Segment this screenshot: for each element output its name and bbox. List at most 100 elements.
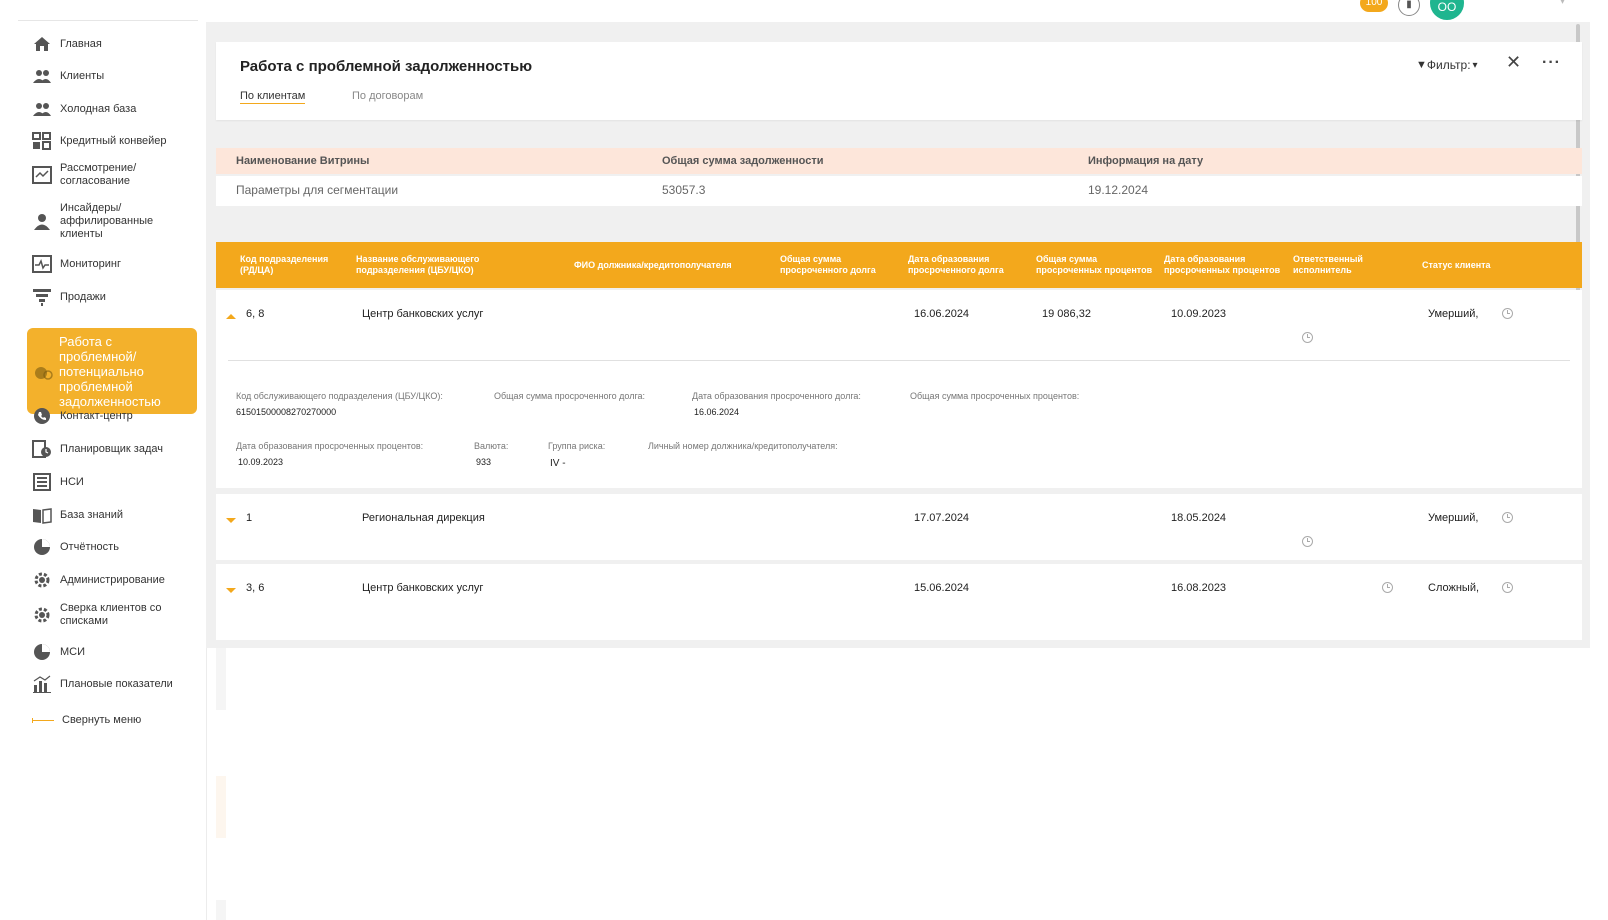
more-icon[interactable]: ··· [1542,54,1561,72]
table-header: Код подразделения (РД/ЦА) Название обслу… [216,242,1582,288]
detail-label: Группа риска: [548,441,606,451]
cell-debt-date: 15.06.2024 [914,582,970,594]
sidebar-item-clients[interactable]: Клиенты [32,66,202,86]
sidebar-item-insiders[interactable]: Инсайдеры/ аффилированные клиенты [32,202,202,241]
collapse-menu-button[interactable]: Свернуть меню [32,714,141,726]
cell-interest-sum: 19 086,32 [1042,308,1091,320]
cell-debt-date: 17.07.2024 [914,512,970,524]
ghost-row-edge [216,648,226,710]
column-header[interactable]: ФИО должника/кредитополучателя [574,260,754,271]
sidebar-item-label: Кредитный конвейер [60,134,167,147]
sidebar-item-label: МСИ [60,645,86,658]
summary-header-cell: Информация на дату [1088,155,1204,167]
bar-chart-icon [32,674,52,694]
detail-label: Дата образования просроченных процентов: [236,441,424,451]
history-icon[interactable] [1302,332,1313,343]
summary-cell: 19.12.2024 [1088,183,1149,197]
sidebar-item-contact-center[interactable]: Контакт-центр [32,406,202,426]
monitor-icon [32,254,52,274]
sidebar: Главная Клиенты Холодная база Кредитный … [18,22,206,920]
person-icon [32,212,52,232]
sidebar-item-home[interactable]: Главная [32,34,202,54]
gear-icon [32,570,52,590]
content-border [206,648,207,920]
close-icon[interactable]: ✕ [1506,52,1521,73]
sidebar-item-review[interactable]: Рассмотрение/ согласование [32,162,202,188]
signal-icon[interactable]: ▮ [1398,0,1420,16]
detail-label: Личный номер должника/кредитополучателя: [648,441,838,451]
chevron-down-icon[interactable] [226,518,236,523]
column-header[interactable]: Дата образования просроченного долга [908,254,1018,276]
table-row[interactable]: 6, 8 Центр банковских услуг 16.06.2024 1… [216,290,1582,488]
column-header[interactable]: Общая сумма просроченных процентов [1036,254,1156,276]
cell-code: 6, 8 [246,308,265,320]
column-header[interactable]: Статус клиента [1422,260,1522,271]
detail-label: Общая сумма просроченных процентов: [910,391,1080,401]
table-row[interactable]: 1 Региональная дирекция 17.07.2024 18.05… [216,494,1582,560]
detail-value: 933 [476,457,492,467]
column-header[interactable]: Код подразделения (РД/ЦА) [240,254,340,276]
sidebar-item-nsi[interactable]: НСИ [32,472,202,492]
notifications-badge[interactable]: 100 [1360,0,1388,12]
funnel-icon [32,287,52,307]
history-icon[interactable] [1302,536,1313,547]
row-divider [228,360,1570,361]
sidebar-item-monitoring[interactable]: Мониторинг [32,254,202,274]
tab-by-contracts[interactable]: По договорам [352,90,423,102]
detail-label: Валюта: [474,441,509,451]
column-header[interactable]: Общая сумма просроченного долга [780,254,890,276]
users-icon [32,66,52,86]
table-row[interactable]: 3, 6 Центр банковских услуг 15.06.2024 1… [216,564,1582,640]
sidebar-item-reconciliation[interactable]: Сверка клиентов со списками [32,602,202,628]
sidebar-item-sales[interactable]: Продажи [32,287,202,307]
cell-debt-date: 16.06.2024 [914,308,970,320]
chevron-up-icon[interactable] [226,314,236,319]
cell-code: 3, 6 [246,582,265,594]
sidebar-item-plan-indicators[interactable]: Плановые показатели [32,674,202,694]
funnel-icon: ▼ [1416,59,1427,71]
sidebar-item-credit-conveyor[interactable]: Кредитный конвейер [32,131,202,151]
chart-window-icon [32,165,52,185]
history-icon[interactable] [1502,582,1513,593]
cell-status: Сложный, [1428,582,1480,594]
sidebar-item-msi[interactable]: МСИ [32,642,202,662]
detail-label: Код обслуживающего подразделения (ЦБУ/ЦК… [236,391,443,401]
sidebar-item-problem-debt[interactable]: Работа с проблемной/ потенциально пробле… [27,328,197,414]
sidebar-item-label: Плановые показатели [60,677,173,690]
phone-icon [32,406,52,426]
cell-branch: Центр банковских услуг [362,582,484,594]
summary-header-cell: Наименование Витрины [236,155,370,167]
sidebar-item-label: Инсайдеры/ аффилированные клиенты [60,202,154,240]
sidebar-item-administration[interactable]: Администрирование [32,570,202,590]
sidebar-item-knowledge-base[interactable]: База знаний [32,505,202,525]
sidebar-item-label: Продажи [60,290,106,303]
history-icon[interactable] [1502,308,1513,319]
tab-by-clients[interactable]: По клиентам [240,90,306,104]
ghost-row-edge [216,900,226,920]
pie-chart-icon [32,537,52,557]
book-icon [32,505,52,525]
cell-status: Умерший, [1428,308,1479,320]
column-header[interactable]: Ответственный исполнитель [1293,254,1383,276]
sidebar-item-label: Клиенты [60,69,105,82]
sidebar-item-reports[interactable]: Отчётность [32,537,202,557]
history-icon[interactable] [1502,512,1513,523]
chevron-down-icon: ▾ [1472,59,1478,71]
detail-value: IV - [550,458,566,469]
column-header[interactable]: Название обслуживающего подразделения (Ц… [356,254,496,276]
chevron-down-icon[interactable]: ▾ [1560,0,1565,7]
collapse-menu-label: Свернуть меню [62,714,142,726]
money-bag-icon [33,361,53,381]
sidebar-item-label: Работа с проблемной/ потенциально пробле… [59,333,161,409]
detail-label: Общая сумма просроченного долга: [494,391,646,401]
sidebar-item-cold-base[interactable]: Холодная база [32,99,202,119]
column-header[interactable]: Дата образования просроченных процентов [1164,254,1286,276]
filter-button[interactable]: ▼ Фильтр: ▾ [1416,58,1478,72]
sidebar-item-label: База знаний [60,508,124,521]
history-icon[interactable] [1382,582,1393,593]
avatar[interactable]: ОО [1430,0,1464,20]
sidebar-item-planner[interactable]: Планировщик задач [32,439,202,459]
cell-branch: Центр банковских услуг [362,308,484,320]
chevron-down-icon[interactable] [226,588,236,593]
detail-label: Дата образования просроченного долга: [692,391,861,401]
